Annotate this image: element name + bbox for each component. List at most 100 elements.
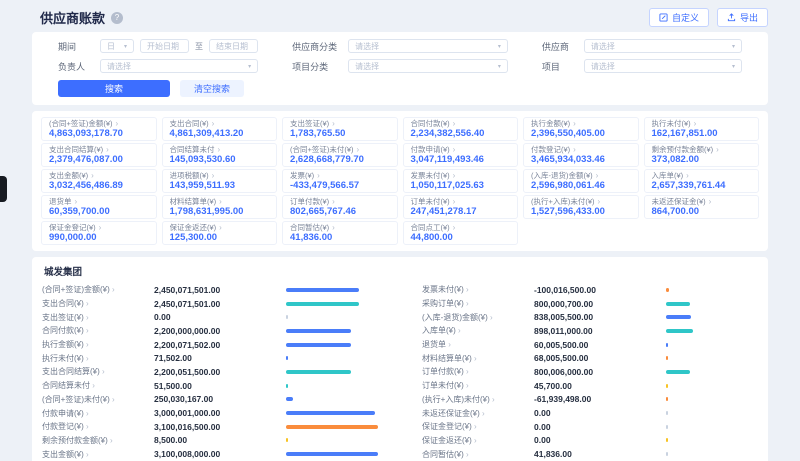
metric-row[interactable]: 订单付款(¥) ›800,006,000.00 xyxy=(422,365,758,379)
owner-select[interactable]: 请选择▾ xyxy=(100,59,258,73)
stat-label: 付款登记(¥)› xyxy=(531,145,631,154)
stat-card[interactable]: (执行+入库)未付(¥)›1,527,596,433.00 xyxy=(523,195,639,219)
stat-card[interactable]: (入库-退货)金额(¥)›2,596,980,061.46 xyxy=(523,169,639,193)
help-icon[interactable]: ? xyxy=(111,12,123,24)
stat-card[interactable]: 订单付款(¥)›802,665,767.46 xyxy=(282,195,398,219)
metric-row[interactable]: 订单未付(¥) ›45,700.00 xyxy=(422,379,758,393)
stat-card[interactable]: 未返还保证金(¥)›864,700.00 xyxy=(644,195,760,219)
stat-card[interactable]: 入库单(¥)›2,657,339,761.44 xyxy=(644,169,760,193)
stat-value: 864,700.00 xyxy=(652,206,752,217)
metric-row[interactable]: 保证金登记(¥) ›0.00 xyxy=(422,420,758,434)
metric-row[interactable]: 支出合同(¥) ›2,450,071,501.00 xyxy=(42,297,378,311)
stat-card[interactable]: 合同点工(¥)›44,800.00 xyxy=(403,221,519,245)
chevron-right-icon: › xyxy=(453,145,456,154)
end-date-input[interactable]: 结束日期 xyxy=(209,39,258,53)
metric-value: 68,005,500.00 xyxy=(534,353,666,363)
metric-label: 合同暂估(¥) › xyxy=(422,449,534,460)
metric-bar xyxy=(286,411,378,415)
customize-button[interactable]: 自定义 xyxy=(649,8,709,27)
chevron-right-icon: › xyxy=(596,171,599,180)
metric-row[interactable]: 保证金返还(¥) ›0.00 xyxy=(422,434,758,448)
chevron-right-icon: › xyxy=(332,119,335,128)
stat-label: 发票未付(¥)› xyxy=(411,171,511,180)
metric-label: 保证金登记(¥) › xyxy=(422,421,534,432)
stat-card[interactable]: 支出合同结算(¥)›2,379,476,087.00 xyxy=(41,143,157,167)
metric-row[interactable]: 采购订单(¥) ›800,000,700.00 xyxy=(422,297,758,311)
metric-row[interactable]: 未返还保证金(¥) ›0.00 xyxy=(422,406,758,420)
chevron-right-icon: › xyxy=(86,340,89,349)
metric-label: 支出金额(¥) › xyxy=(42,449,154,460)
metric-row[interactable]: (入库-退货)金额(¥) ›838,005,500.00 xyxy=(422,310,758,324)
chevron-down-icon: ▾ xyxy=(120,43,127,50)
stat-value: 125,300.00 xyxy=(170,232,270,243)
project-select[interactable]: 请选择▾ xyxy=(584,59,742,73)
stat-card[interactable]: 执行金额(¥)›2,396,550,405.00 xyxy=(523,117,639,141)
metric-row[interactable]: 付款申请(¥) ›3,000,001,000.00 xyxy=(42,406,378,420)
metric-row[interactable]: 发票未付(¥) ›-100,016,500.00 xyxy=(422,283,758,297)
stat-card[interactable]: 保证金返还(¥)›125,300.00 xyxy=(162,221,278,245)
metric-row[interactable]: 执行未付(¥) ›71,502.00 xyxy=(42,351,378,365)
metric-row[interactable]: (执行+入库)未付(¥) ›-61,939,498.00 xyxy=(422,393,758,407)
chevron-right-icon: › xyxy=(453,223,456,232)
stat-label: 支出金额(¥)› xyxy=(49,171,149,180)
metric-row[interactable]: 支出合同结算(¥) ›2,200,051,500.00 xyxy=(42,365,378,379)
supplier-select[interactable]: 请选择▾ xyxy=(584,39,742,53)
metric-row[interactable]: 材料结算单(¥) ›68,005,500.00 xyxy=(422,351,758,365)
stat-value: 60,359,700.00 xyxy=(49,206,149,217)
metric-row[interactable]: 付款登记(¥) ›3,100,016,500.00 xyxy=(42,420,378,434)
stat-card[interactable]: 发票未付(¥)›1,050,117,025.63 xyxy=(403,169,519,193)
stat-card[interactable]: 支出金额(¥)›3,032,456,486.89 xyxy=(41,169,157,193)
stat-card[interactable]: 支出合同(¥)›4,861,309,413.20 xyxy=(162,117,278,141)
stat-card[interactable]: 付款登记(¥)›3,465,934,033.46 xyxy=(523,143,639,167)
stat-label: 合同点工(¥)› xyxy=(411,223,511,232)
drawer-handle[interactable] xyxy=(0,176,7,202)
search-button[interactable]: 搜索 xyxy=(58,80,170,97)
stat-label: 退货单› xyxy=(49,197,149,206)
stat-card[interactable]: 合同结算未付›145,093,530.60 xyxy=(162,143,278,167)
metric-row[interactable]: 合同付款(¥) ›2,200,000,000.00 xyxy=(42,324,378,338)
stat-card[interactable]: 退货单›60,359,700.00 xyxy=(41,195,157,219)
stat-card[interactable]: 执行未付(¥)›162,167,851.00 xyxy=(644,117,760,141)
clear-search-button[interactable]: 清空搜索 xyxy=(180,80,244,97)
stat-card[interactable]: 保证金登记(¥)›990,000.00 xyxy=(41,221,157,245)
stat-value: 2,628,668,779.70 xyxy=(290,154,390,165)
stat-card[interactable]: (合同+签证)未付(¥)›2,628,668,779.70 xyxy=(282,143,398,167)
stat-card[interactable]: 合同暂估(¥)›41,836.00 xyxy=(282,221,398,245)
metric-row[interactable]: 退货单 ›60,005,500.00 xyxy=(422,338,758,352)
stat-label: 订单付款(¥)› xyxy=(290,197,390,206)
stat-card[interactable]: 付款申请(¥)›3,047,119,493.46 xyxy=(403,143,519,167)
metric-row[interactable]: 入库单(¥) ›898,011,000.00 xyxy=(422,324,758,338)
metric-bar xyxy=(286,370,378,374)
metric-row[interactable]: 合同结算未付 ›51,500.00 xyxy=(42,379,378,393)
metric-row[interactable]: (合同+签证)未付(¥) ›250,030,167.00 xyxy=(42,393,378,407)
stat-value: 44,800.00 xyxy=(411,232,511,243)
stat-card[interactable]: 进项税额(¥)›143,959,511.93 xyxy=(162,169,278,193)
stat-value: 1,050,117,025.63 xyxy=(411,180,511,191)
chevron-right-icon: › xyxy=(598,197,601,206)
chevron-right-icon: › xyxy=(466,450,469,459)
page-header: 供应商账款 ? 自定义 导出 xyxy=(0,0,800,32)
chevron-right-icon: › xyxy=(466,381,469,390)
metric-row[interactable]: (合同+签证)金额(¥) ›2,450,071,501.00 xyxy=(42,283,378,297)
metric-row[interactable]: 支出金额(¥) ›3,100,008,000.00 xyxy=(42,447,378,461)
project-category-select[interactable]: 请选择▾ xyxy=(348,59,508,73)
stat-card[interactable]: 材料结算单(¥)›1,798,631,995.00 xyxy=(162,195,278,219)
metric-row[interactable]: 剩余预付款金额(¥) ›8,500.00 xyxy=(42,434,378,448)
period-unit-select[interactable]: 日▾ xyxy=(100,39,134,53)
stat-card[interactable]: 合同付款(¥)›2,234,382,556.40 xyxy=(403,117,519,141)
stat-card[interactable]: 发票(¥)›-433,479,566.57 xyxy=(282,169,398,193)
stat-card[interactable]: 剩余预付款金额(¥)›373,082.00 xyxy=(644,143,760,167)
supplier-category-select[interactable]: 请选择▾ xyxy=(348,39,508,53)
chevron-right-icon: › xyxy=(357,145,360,154)
metric-row[interactable]: 支出签证(¥) ›0.00 xyxy=(42,310,378,324)
stat-card[interactable]: (合同+签证)金额(¥)›4,863,093,178.70 xyxy=(41,117,157,141)
stat-card[interactable]: 订单未付(¥)›247,451,278.17 xyxy=(403,195,519,219)
metric-bar xyxy=(286,438,378,442)
stat-label: 材料结算单(¥)› xyxy=(170,197,270,206)
stat-card[interactable]: 支出签证(¥)›1,783,765.50 xyxy=(282,117,398,141)
chevron-right-icon: › xyxy=(86,299,89,308)
export-button[interactable]: 导出 xyxy=(717,8,768,27)
start-date-input[interactable]: 开始日期 xyxy=(140,39,189,53)
metric-row[interactable]: 执行金额(¥) ›2,200,071,502.00 xyxy=(42,338,378,352)
metric-row[interactable]: 合同暂估(¥) ›41,836.00 xyxy=(422,447,758,461)
